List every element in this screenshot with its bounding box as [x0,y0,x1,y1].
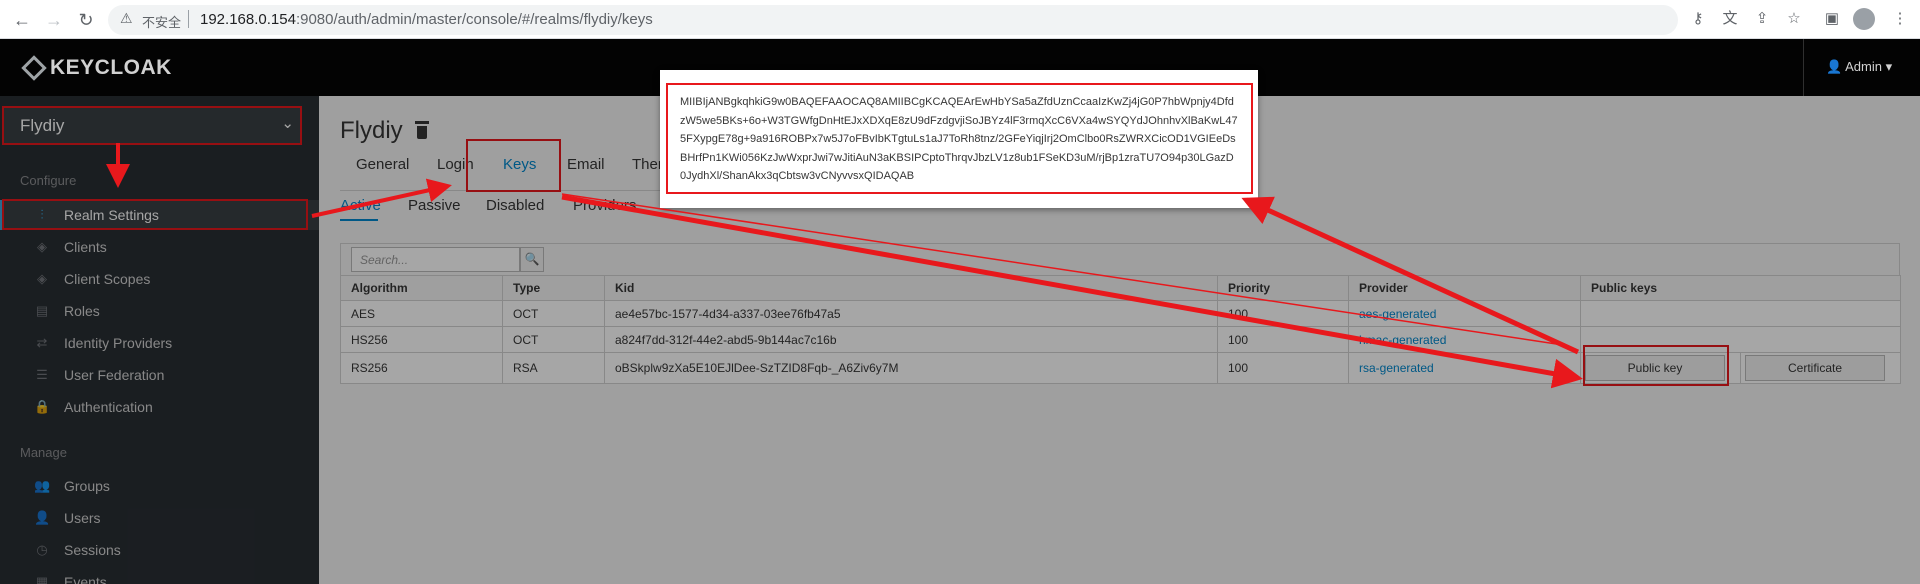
address-bar[interactable]: ⚠ 不安全 192.168.0.154:9080/auth/admin/mast… [108,5,1678,35]
user-menu[interactable]: 👤 Admin ▾ [1826,59,1892,75]
user-icon: 👤 [1826,59,1843,74]
share-icon[interactable]: ⇪ [1752,9,1772,29]
profile-avatar[interactable] [1853,8,1875,30]
public-key-text: MIIBIjANBgkqhkiG9w0BAQEFAAOCAQ8AMIIBCgKC… [666,83,1253,194]
reload-icon[interactable]: ↻ [74,8,98,32]
header-divider [1803,39,1804,96]
warning-icon: ⚠ [120,10,133,26]
back-icon[interactable]: ← [10,8,34,32]
menu-icon[interactable]: ⋮ [1890,9,1910,29]
sidepanel-icon[interactable]: ▣ [1822,9,1842,29]
forward-icon[interactable]: → [42,8,66,32]
browser-toolbar: ← → ↻ ⚠ 不安全 192.168.0.154:9080/auth/admi… [0,0,1920,39]
keycloak-logo[interactable]: KEYCLOAK [20,55,172,81]
caret-down-icon: ▾ [1885,59,1893,74]
key-icon[interactable]: ⚷ [1688,9,1708,29]
address-separator [188,10,189,28]
star-icon[interactable]: ☆ [1784,9,1804,29]
insecure-label: 不安全 [142,15,182,30]
keycloak-logo-icon [20,55,48,81]
user-menu-label: Admin [1845,59,1882,74]
url-text: 192.168.0.154:9080/auth/admin/master/con… [200,11,653,28]
translate-icon[interactable]: 文 [1720,9,1740,29]
